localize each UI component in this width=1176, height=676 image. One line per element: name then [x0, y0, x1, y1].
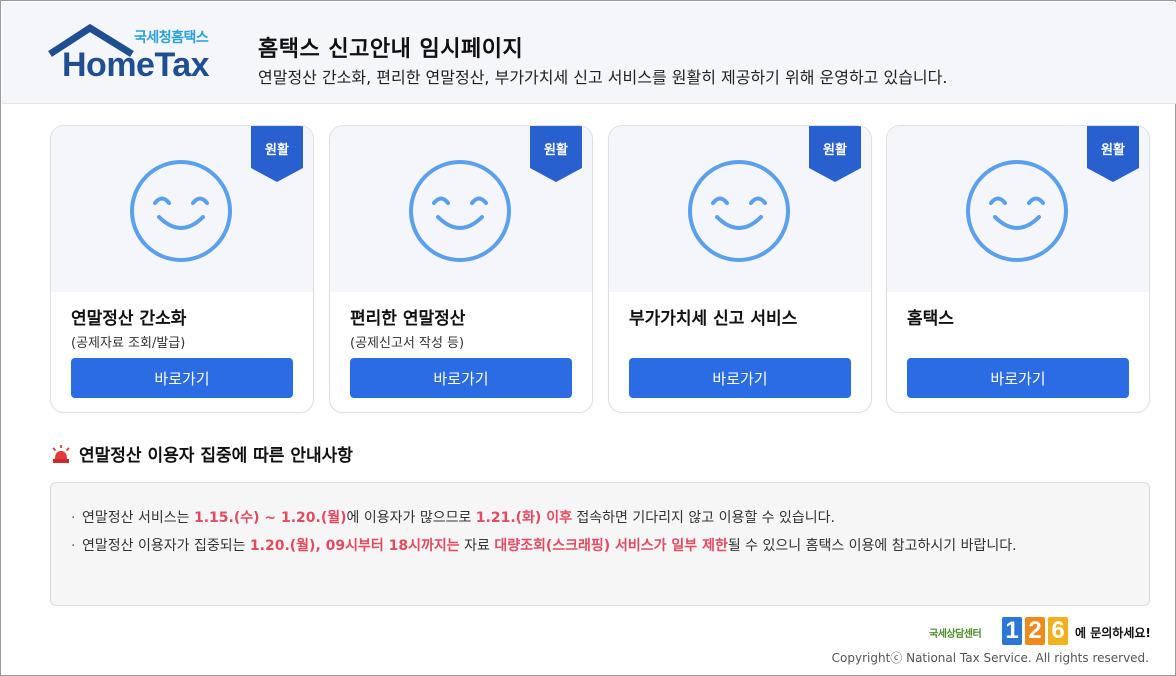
highlight-text: 대량조회(스크래핑) 서비스가 일부 제한 [494, 538, 728, 554]
card-description: (공제자료 조회/발급) [71, 336, 186, 351]
go-button[interactable]: 바로가기 [629, 358, 851, 398]
copyright-text: Copyrightⓒ National Tax Service. All rig… [831, 651, 1149, 665]
page-title: 홈택스 신고안내 임시페이지 [258, 37, 524, 62]
go-button[interactable]: 바로가기 [350, 358, 572, 398]
hometax-logo[interactable]: 국세청홈택스 HomeTax [48, 24, 223, 84]
card-title: 부가가치세 신고 서비스 [629, 309, 798, 329]
call-center-suffix: 에 문의하세요! [1075, 626, 1151, 640]
logo-subtitle: 국세청홈택스 [134, 30, 209, 46]
notice-item: · 연말정산 서비스는 1.15.(수) ~ 1.20.(월)에 이용자가 많으… [71, 507, 1111, 530]
call-number-digit: 2 [1025, 617, 1045, 645]
service-card-hometax: 원활 홈택스 바로가기 [886, 125, 1150, 413]
bullet-dot: · [71, 510, 76, 526]
bullet-dot: · [71, 538, 76, 554]
status-badge: 원활 [544, 143, 568, 158]
go-button[interactable]: 바로가기 [907, 358, 1129, 398]
card-image-area: 원활 [330, 126, 592, 292]
smile-icon [688, 160, 790, 262]
highlight-text: 1.21.(화) 이후 [475, 510, 572, 526]
status-badge: 원활 [265, 143, 289, 158]
service-card-year-end-simplified: 원활 연말정산 간소화 (공제자료 조회/발급) 바로가기 [50, 125, 314, 413]
siren-icon [52, 445, 70, 463]
logo-wordmark: HomeTax [62, 46, 210, 84]
header: 국세청홈택스 HomeTax 홈택스 신고안내 임시페이지 연말정산 간소화, … [2, 2, 1176, 104]
call-number-digit: 6 [1048, 617, 1068, 645]
status-badge: 원활 [823, 143, 847, 158]
smile-icon [130, 160, 232, 262]
status-badge: 원활 [1101, 143, 1125, 158]
card-image-area: 원활 [609, 126, 871, 292]
call-number-digit: 1 [1002, 617, 1022, 645]
call-center-label: 국세상담센터 [929, 629, 982, 640]
smile-icon [409, 160, 511, 262]
card-title: 홈택스 [907, 309, 954, 329]
notice-item: · 연말정산 이용자가 집중되는 1.20.(월), 09시부터 18시까지는 … [71, 535, 1081, 558]
notice-box: · 연말정산 서비스는 1.15.(수) ~ 1.20.(월)에 이용자가 많으… [50, 482, 1150, 606]
notice-title: 연말정산 이용자 집중에 따른 안내사항 [79, 446, 353, 466]
highlight-text: 1.20.(월), 09시부터 18시까지는 [249, 538, 460, 554]
card-title: 편리한 연말정산 [350, 309, 466, 329]
card-image-area: 원활 [887, 126, 1149, 292]
card-title: 연말정산 간소화 [71, 309, 187, 329]
card-image-area: 원활 [51, 126, 313, 292]
highlight-text: 1.15.(수) ~ 1.20.(월) [193, 510, 347, 526]
service-card-vat-report: 원활 부가가치세 신고 서비스 바로가기 [608, 125, 872, 413]
card-description: (공제신고서 작성 등) [350, 336, 465, 351]
smile-icon [966, 160, 1068, 262]
page-subtitle: 연말정산 간소화, 편리한 연말정산, 부가가치세 신고 서비스를 원활히 제공… [258, 68, 948, 87]
service-card-convenient-year-end: 원활 편리한 연말정산 (공제신고서 작성 등) 바로가기 [329, 125, 593, 413]
go-button[interactable]: 바로가기 [71, 358, 293, 398]
page-frame: 국세청홈택스 HomeTax 홈택스 신고안내 임시페이지 연말정산 간소화, … [0, 0, 1176, 676]
